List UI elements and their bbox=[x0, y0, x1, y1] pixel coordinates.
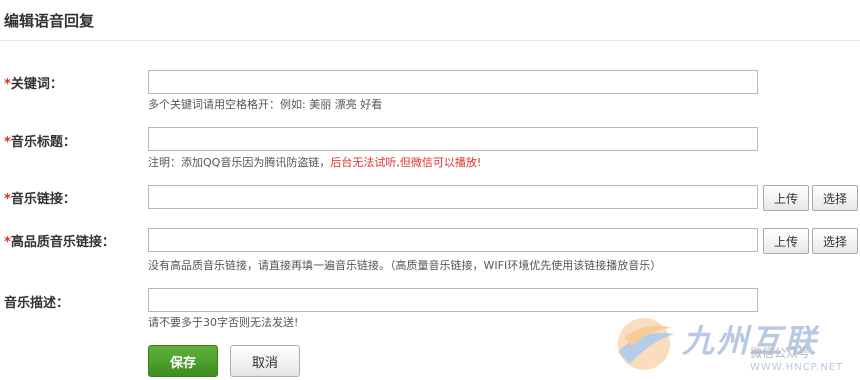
music-description-input[interactable] bbox=[148, 288, 758, 312]
hq-music-link-select-button[interactable]: 选择 bbox=[812, 228, 858, 254]
music-link-select-button[interactable]: 选择 bbox=[812, 185, 858, 211]
music-description-label: 音乐描述： bbox=[4, 296, 70, 311]
music-link-label-text: 音乐链接： bbox=[10, 192, 76, 207]
music-description-hint: 请不要多于30字否则无法发送! bbox=[148, 316, 299, 329]
hq-music-link-input[interactable] bbox=[148, 228, 758, 252]
music-title-hint-text: 注明：添加QQ音乐因为腾讯防盗链， bbox=[148, 156, 331, 169]
required-mark: * bbox=[4, 235, 11, 250]
cancel-button[interactable]: 取消 bbox=[230, 345, 300, 377]
hq-music-link-label: *高品质音乐链接： bbox=[4, 231, 115, 250]
music-link-label: *音乐链接： bbox=[4, 188, 76, 207]
watermark-logo-icon bbox=[618, 318, 674, 370]
page-title: 编辑语音回复 bbox=[4, 12, 95, 30]
keywords-hint: 多个关键词请用空格格开：例如: 美丽 漂亮 好看 bbox=[148, 98, 383, 111]
hq-music-link-upload-button[interactable]: 上传 bbox=[763, 228, 809, 254]
hq-music-link-label-text: 高品质音乐链接： bbox=[10, 235, 115, 250]
keywords-input[interactable] bbox=[148, 70, 758, 94]
title-divider bbox=[0, 40, 860, 41]
music-link-upload-button[interactable]: 上传 bbox=[763, 185, 809, 211]
music-title-label: *音乐标题： bbox=[4, 131, 76, 150]
keywords-label-text: 关键词： bbox=[10, 77, 63, 92]
watermark-sub: 微信公众号 bbox=[750, 346, 811, 360]
keywords-label: *关键词： bbox=[4, 73, 63, 92]
watermark: 九州互联 微信公众号 WWW.HNCP.NET bbox=[610, 308, 860, 380]
music-title-hint-warning: 后台无法试听,但微信可以播放! bbox=[330, 156, 482, 169]
watermark-url: WWW.HNCP.NET bbox=[750, 362, 844, 373]
required-mark: * bbox=[4, 192, 11, 207]
hq-music-link-hint: 没有高品质音乐链接，请直接再填一遍音乐链接。（高质量音乐链接，WIFI环境优先使… bbox=[148, 259, 662, 272]
save-button[interactable]: 保存 bbox=[148, 345, 218, 377]
music-title-hint: 注明：添加QQ音乐因为腾讯防盗链，后台无法试听,但微信可以播放! bbox=[148, 154, 481, 170]
required-mark: * bbox=[4, 135, 11, 150]
music-link-input[interactable] bbox=[148, 185, 758, 209]
music-title-input[interactable] bbox=[148, 127, 758, 151]
required-mark: * bbox=[4, 77, 11, 92]
music-title-label-text: 音乐标题： bbox=[10, 135, 76, 150]
watermark-brand: 九州互联 bbox=[682, 322, 819, 360]
